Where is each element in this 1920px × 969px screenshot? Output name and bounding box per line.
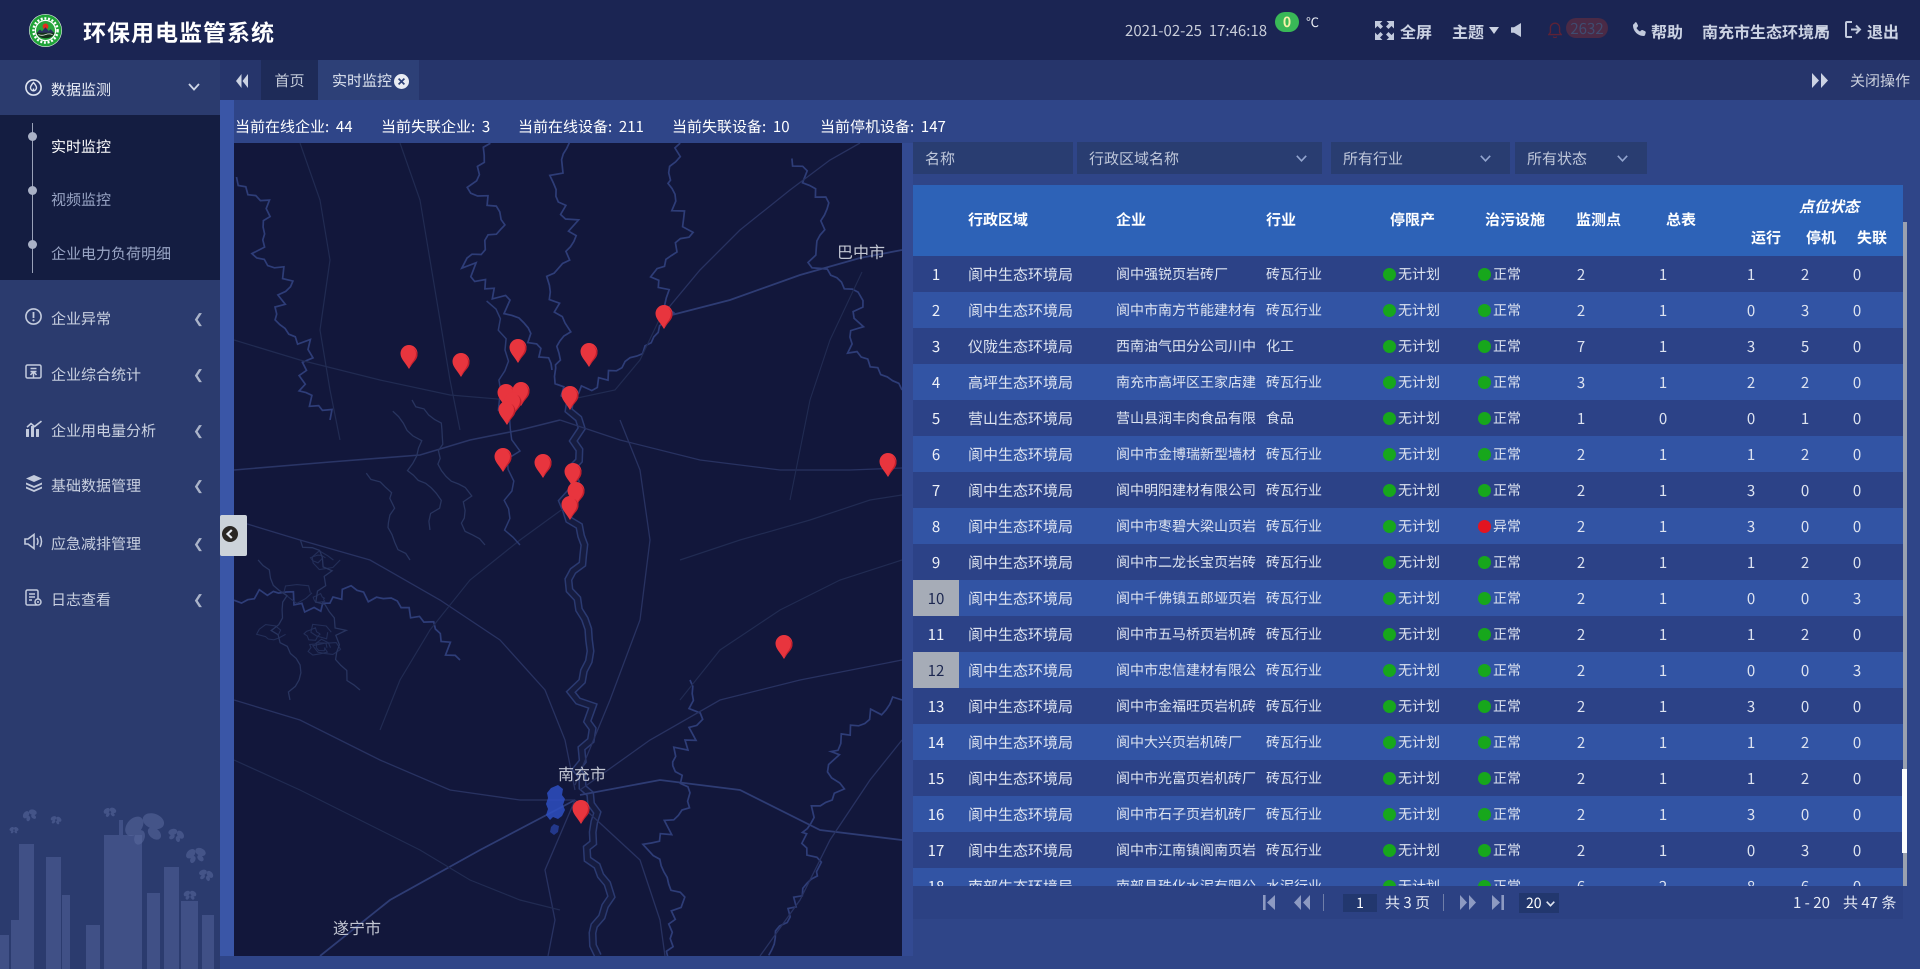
svg-text:南充市: 南充市 bbox=[558, 761, 606, 785]
svg-text:遂宁市: 遂宁市 bbox=[333, 915, 381, 939]
svg-text:巴中市: 巴中市 bbox=[837, 239, 885, 263]
